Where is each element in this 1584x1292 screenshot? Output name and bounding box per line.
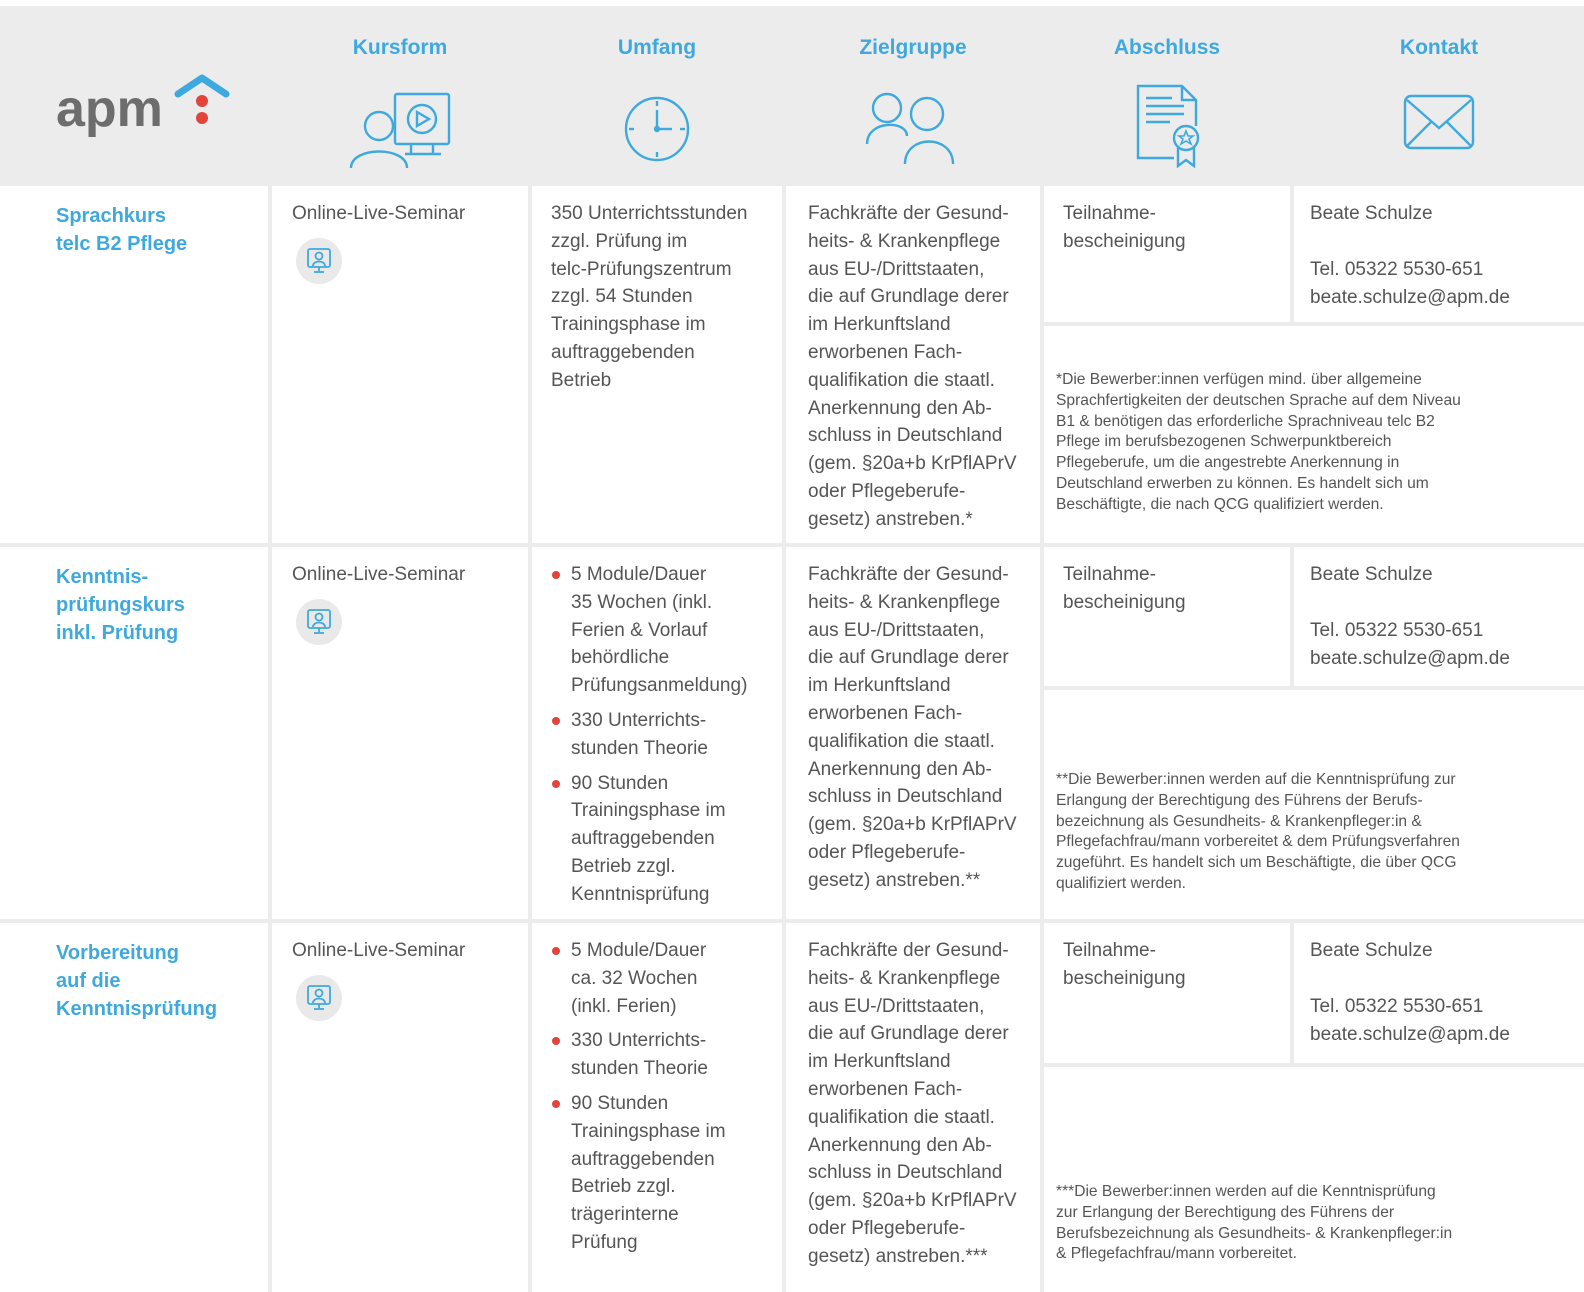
row1-footnote: *Die Bewerber:innen verfügen mind. über … <box>1056 371 1461 513</box>
row2-abschluss: Teilnahme- bescheinigung <box>1063 564 1186 613</box>
list-item: 330 Unterrichts- stunden Theorie <box>550 707 780 763</box>
list-item: 90 Stunden Trainingsphase im auftraggebe… <box>550 1090 780 1257</box>
row-title-sprachkurs: Sprachkurs telc B2 Pflege <box>56 205 188 255</box>
row3-contact-phone[interactable]: Tel. 05322 5530-651 <box>1310 993 1483 1021</box>
monitor-person-icon <box>296 599 342 645</box>
monitor-person-icon <box>296 238 342 284</box>
row1-contact-name: Beate Schulze <box>1310 203 1433 224</box>
row1-zielgruppe: Fachkräfte der Gesund- heits- & Krankenp… <box>808 203 1017 530</box>
row1-contact-email[interactable]: beate.schulze@apm.de <box>1310 284 1510 312</box>
row3-contact-email[interactable]: beate.schulze@apm.de <box>1310 1021 1510 1049</box>
row2-footnote: **Die Bewerber:innen werden auf die Kenn… <box>1056 771 1460 892</box>
row3-zielgruppe: Fachkräfte der Gesund- heits- & Krankenp… <box>808 940 1017 1267</box>
list-item: 5 Module/Dauer ca. 32 Wochen (inkl. Feri… <box>550 937 780 1020</box>
row3-abschluss: Teilnahme- bescheinigung <box>1063 940 1186 989</box>
row1-abschluss: Teilnahme- bescheinigung <box>1063 203 1186 252</box>
monitor-person-icon <box>296 975 342 1021</box>
row2-contact-email[interactable]: beate.schulze@apm.de <box>1310 645 1510 673</box>
list-item: 90 Stunden Trainingsphase im auftraggebe… <box>550 770 780 909</box>
row3-kursform: Online-Live-Seminar <box>292 940 466 961</box>
row-title-kenntnispruefungskurs: Kenntnis- prüfungskurs inkl. Prüfung <box>56 566 185 644</box>
row1-contact-phone[interactable]: Tel. 05322 5530-651 <box>1310 256 1483 284</box>
row2-contact-name: Beate Schulze <box>1310 564 1433 585</box>
row2-umfang: 5 Module/Dauer 35 Wochen (inkl. Ferien &… <box>550 561 780 916</box>
row2-contact-phone[interactable]: Tel. 05322 5530-651 <box>1310 617 1483 645</box>
row2-kursform: Online-Live-Seminar <box>292 564 466 585</box>
row1-umfang: 350 Unterrichtsstunden zzgl. Prüfung im … <box>551 203 748 391</box>
list-item: 330 Unterrichts- stunden Theorie <box>550 1027 780 1083</box>
row3-contact-name: Beate Schulze <box>1310 940 1433 961</box>
row3-footnote: ***Die Bewerber:innen werden auf die Ken… <box>1056 1183 1453 1263</box>
row2-zielgruppe: Fachkräfte der Gesund- heits- & Krankenp… <box>808 564 1017 891</box>
row3-umfang: 5 Module/Dauer ca. 32 Wochen (inkl. Feri… <box>550 937 780 1264</box>
row-title-vorbereitung: Vorbereitung auf die Kenntnisprüfung <box>56 942 218 1020</box>
list-item: 5 Module/Dauer 35 Wochen (inkl. Ferien &… <box>550 561 780 700</box>
row1-kursform: Online-Live-Seminar <box>292 203 466 224</box>
